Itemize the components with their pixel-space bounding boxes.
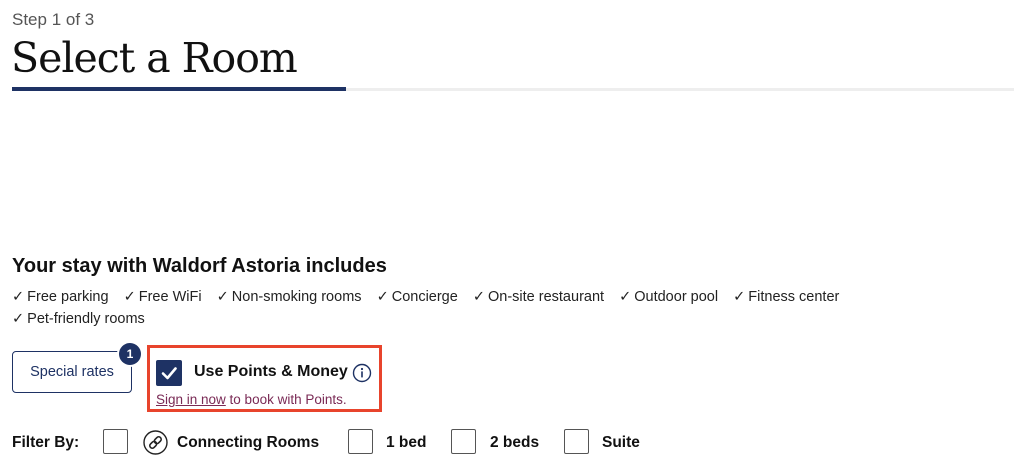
filter-1-bed-checkbox[interactable]: [348, 429, 373, 454]
amenity-label: Free WiFi: [138, 289, 202, 305]
amenities-list: ✓ Free parking ✓ Free WiFi ✓ Non-smoking ro…: [12, 286, 912, 330]
filter-connecting-rooms-label: Connecting Rooms: [177, 434, 320, 451]
step-indicator: Step 1 of 3: [12, 10, 95, 29]
special-rates-button[interactable]: Special rates: [12, 351, 132, 393]
filter-suite-label: Suite: [602, 434, 640, 451]
filter-2-beds-label: 2 beds: [490, 434, 540, 451]
amenity-label: Concierge: [391, 289, 458, 305]
amenity-item: ✓ Free parking: [12, 286, 109, 308]
special-rates-count-badge: 1: [119, 343, 141, 365]
sign-in-prompt: Sign in now to book with Points.: [156, 392, 347, 407]
use-points-checkbox[interactable]: [156, 360, 182, 386]
amenity-item: ✓ Free WiFi: [124, 286, 202, 308]
check-icon: ✓: [376, 289, 389, 305]
link-icon: [143, 430, 168, 455]
filter-1-bed-label: 1 bed: [386, 434, 427, 451]
filter-2-beds-checkbox[interactable]: [451, 429, 476, 454]
filter-by-label: Filter By:: [12, 434, 80, 451]
check-icon: ✓: [12, 311, 25, 327]
amenity-label: Non-smoking rooms: [231, 289, 362, 305]
page-title: Select a Room: [11, 34, 298, 82]
check-icon: ✓: [216, 289, 229, 305]
amenity-item: ✓ Concierge: [377, 286, 458, 308]
filter-suite-checkbox[interactable]: [564, 429, 589, 454]
checkmark-icon: [161, 367, 177, 380]
amenity-label: Free parking: [27, 289, 109, 305]
check-icon: ✓: [619, 289, 632, 305]
check-icon: ✓: [12, 289, 25, 305]
amenity-label: Fitness center: [748, 289, 840, 305]
sign-in-link[interactable]: Sign in now: [156, 392, 226, 407]
amenity-item: ✓ Outdoor pool: [619, 286, 718, 308]
use-points-label: Use Points & Money: [194, 363, 348, 380]
amenity-label: Pet-friendly rooms: [27, 311, 145, 327]
info-icon[interactable]: [352, 363, 372, 383]
amenity-item: ✓ Non-smoking rooms: [217, 286, 362, 308]
check-icon: ✓: [123, 289, 136, 305]
progress-bar: [12, 87, 346, 91]
check-icon: ✓: [733, 289, 746, 305]
amenity-label: On-site restaurant: [488, 289, 605, 305]
amenity-item: ✓ On-site restaurant: [473, 286, 604, 308]
check-icon: ✓: [472, 289, 485, 305]
amenity-label: Outdoor pool: [634, 289, 719, 305]
filter-checkbox[interactable]: [103, 429, 128, 454]
amenity-item: ✓ Pet-friendly rooms: [12, 308, 145, 330]
sign-in-suffix: to book with Points.: [225, 392, 347, 407]
amenity-item: ✓ Fitness center: [733, 286, 839, 308]
stay-includes-heading: Your stay with Waldorf Astoria includes: [12, 255, 387, 277]
